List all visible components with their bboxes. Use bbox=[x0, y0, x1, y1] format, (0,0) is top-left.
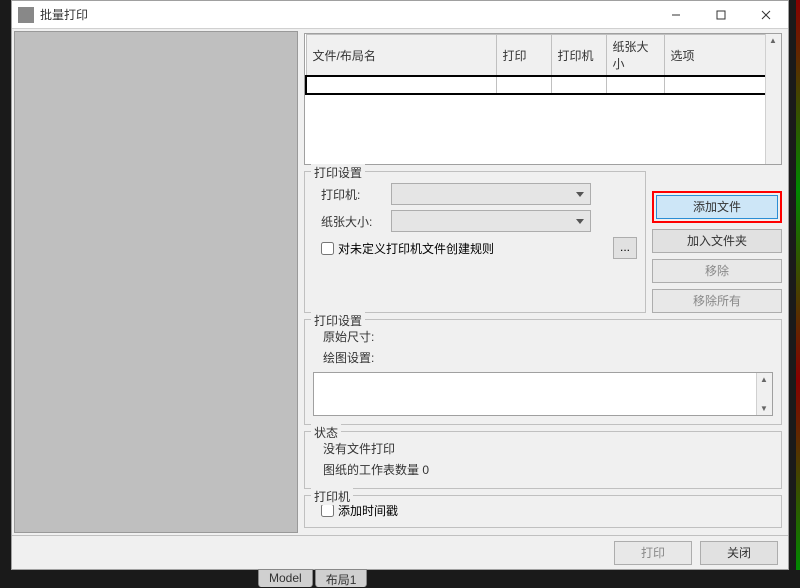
minimize-button[interactable] bbox=[653, 1, 698, 28]
file-grid-wrap: 文件/布局名 打印 打印机 纸张大小 选项 bbox=[304, 33, 782, 165]
paper-row: 纸张大小: bbox=[313, 210, 637, 232]
tab-layout1[interactable]: 布局1 bbox=[315, 569, 368, 587]
col-paper[interactable]: 纸张大小 bbox=[606, 35, 664, 77]
textbox-scrollbar[interactable] bbox=[756, 373, 772, 415]
undef-rule-checkbox[interactable]: 对未定义打印机文件创建规则 bbox=[313, 240, 494, 257]
add-folder-button[interactable]: 加入文件夹 bbox=[652, 229, 782, 253]
printer-row: 打印机: bbox=[313, 183, 637, 205]
tab-model[interactable]: Model bbox=[258, 569, 313, 587]
remove-button[interactable]: 移除 bbox=[652, 259, 782, 283]
grid-empty-row[interactable] bbox=[306, 76, 780, 94]
undef-rule-row: 对未定义打印机文件创建规则 ... bbox=[313, 237, 637, 259]
col-options[interactable]: 选项 bbox=[664, 35, 780, 77]
status-legend: 状态 bbox=[311, 424, 341, 441]
paper-label: 纸张大小: bbox=[313, 213, 383, 230]
print-config-legend: 打印设置 bbox=[311, 312, 365, 329]
printer-group: 打印机 添加时间戳 bbox=[304, 495, 782, 528]
printer-combo[interactable] bbox=[391, 183, 591, 205]
timestamp-checkbox[interactable]: 添加时间戳 bbox=[313, 502, 773, 519]
print-settings-legend: 打印设置 bbox=[311, 164, 365, 181]
grid-header-row: 文件/布局名 打印 打印机 纸张大小 选项 bbox=[306, 35, 780, 77]
timestamp-input[interactable] bbox=[321, 504, 334, 517]
orig-size-label: 原始尺寸: bbox=[313, 326, 773, 347]
settings-actions-row: 打印设置 打印机: 纸张大小: 对未定义打印机文件创建规则 bbox=[304, 171, 782, 313]
app-icon bbox=[18, 7, 34, 23]
draw-settings-textbox[interactable] bbox=[313, 372, 773, 416]
draw-set-label: 绘图设置: bbox=[313, 347, 773, 368]
window-title: 批量打印 bbox=[40, 6, 653, 23]
remove-all-button[interactable]: 移除所有 bbox=[652, 289, 782, 313]
status-sheet-count: 图纸的工作表数量 0 bbox=[313, 459, 773, 480]
close-button[interactable] bbox=[743, 1, 788, 28]
sheet-count-value: 0 bbox=[422, 463, 429, 477]
paper-combo[interactable] bbox=[391, 210, 591, 232]
titlebar: 批量打印 bbox=[12, 1, 788, 29]
status-no-file: 没有文件打印 bbox=[313, 438, 773, 459]
print-button[interactable]: 打印 bbox=[614, 541, 692, 565]
window-body: 文件/布局名 打印 打印机 纸张大小 选项 打印设置 打印机: bbox=[12, 29, 788, 535]
add-file-highlight: 添加文件 bbox=[652, 191, 782, 223]
printer-label: 打印机: bbox=[313, 186, 383, 203]
printer-group-legend: 打印机 bbox=[311, 488, 353, 505]
window-buttons bbox=[653, 1, 788, 28]
print-settings-group: 打印设置 打印机: 纸张大小: 对未定义打印机文件创建规则 bbox=[304, 171, 646, 313]
col-printer[interactable]: 打印机 bbox=[551, 35, 606, 77]
grid-scrollbar[interactable] bbox=[765, 34, 781, 164]
sheet-count-label: 图纸的工作表数量 bbox=[323, 463, 419, 477]
file-grid[interactable]: 文件/布局名 打印 打印机 纸张大小 选项 bbox=[305, 34, 781, 95]
background-canvas-edge bbox=[796, 0, 800, 570]
actions-group: 添加文件 加入文件夹 移除 移除所有 bbox=[652, 171, 782, 313]
col-filename[interactable]: 文件/布局名 bbox=[306, 35, 496, 77]
close-dialog-button[interactable]: 关闭 bbox=[700, 541, 778, 565]
model-layout-tabs: Model 布局1 bbox=[258, 569, 369, 587]
dialog-footer: 打印 关闭 bbox=[12, 535, 788, 569]
ellipsis-button[interactable]: ... bbox=[613, 237, 637, 259]
print-config-group: 打印设置 原始尺寸: 绘图设置: bbox=[304, 319, 782, 425]
undef-rule-label: 对未定义打印机文件创建规则 bbox=[338, 240, 494, 257]
status-group: 状态 没有文件打印 图纸的工作表数量 0 bbox=[304, 431, 782, 489]
add-file-button[interactable]: 添加文件 bbox=[656, 195, 778, 219]
batch-print-window: 批量打印 文件/布局名 打印 打印机 纸张大小 bbox=[11, 0, 789, 570]
col-print[interactable]: 打印 bbox=[496, 35, 551, 77]
maximize-button[interactable] bbox=[698, 1, 743, 28]
preview-panel bbox=[14, 31, 298, 533]
undef-rule-input[interactable] bbox=[321, 242, 334, 255]
settings-panel: 文件/布局名 打印 打印机 纸张大小 选项 打印设置 打印机: bbox=[298, 29, 788, 535]
